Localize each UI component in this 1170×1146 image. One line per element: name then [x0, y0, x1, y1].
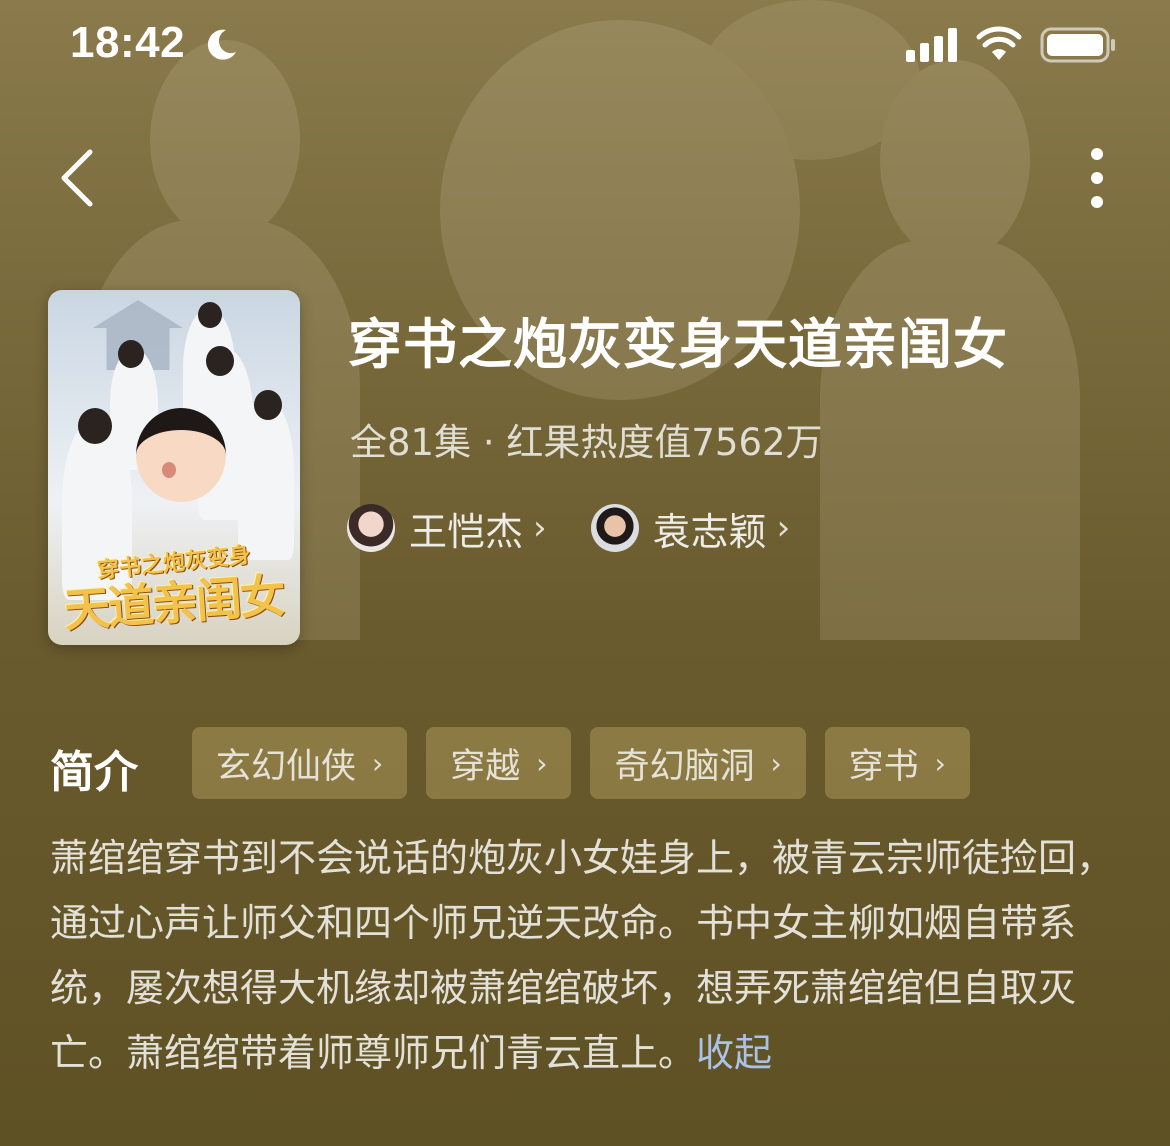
- cover-title-art: 穿书之炮灰变身 天道亲闺女: [62, 542, 286, 638]
- drama-title: 穿书之炮灰变身天道亲闺女: [348, 313, 1008, 376]
- tag-chuanshu[interactable]: 穿书 ›: [824, 727, 970, 799]
- cellular-signal-icon: [906, 28, 957, 62]
- tag-xuanhuan-xianxia[interactable]: 玄幻仙侠 ›: [192, 727, 408, 799]
- synopsis-text: 萧绾绾穿书到不会说话的炮灰小女娃身上，被青云宗师徒捡回，通过心声让师父和四个师兄…: [50, 836, 1115, 1075]
- chevron-right-icon: ›: [770, 746, 782, 780]
- actor-avatar: [590, 504, 639, 552]
- actor-name: 王恺杰: [409, 509, 524, 554]
- intro-heading: 简介: [50, 747, 138, 798]
- chevron-right-icon: ›: [934, 746, 946, 780]
- collapse-link[interactable]: 收起: [696, 1031, 772, 1075]
- actor-avatar: [347, 504, 395, 552]
- chevron-right-icon: ›: [372, 746, 384, 780]
- tag-qihuan-naodong[interactable]: 奇幻脑洞 ›: [590, 727, 806, 799]
- actor-name: 袁志颖: [652, 509, 767, 554]
- tag-chuanyue[interactable]: 穿越 ›: [426, 727, 572, 799]
- cover-poster[interactable]: 穿书之炮灰变身 天道亲闺女: [48, 290, 300, 645]
- back-chevron-icon[interactable]: [58, 148, 98, 208]
- episode-and-popularity: 全81集 · 红果热度值7562万: [350, 421, 823, 464]
- wifi-icon: [976, 26, 1022, 60]
- battery-icon: [1040, 27, 1115, 63]
- actor-link[interactable]: 王恺杰 ›: [347, 500, 547, 556]
- actor-list: 王恺杰 › 袁志颖 ›: [347, 500, 834, 556]
- actor-link[interactable]: 袁志颖 ›: [590, 500, 791, 556]
- status-bar: 18:42: [0, 0, 1170, 92]
- synopsis: 萧绾绾穿书到不会说话的炮灰小女娃身上，被青云宗师徒捡回，通过心声让师父和四个师兄…: [50, 826, 1130, 1086]
- chevron-right-icon: ›: [533, 508, 547, 548]
- chevron-right-icon: ›: [776, 508, 791, 548]
- moon-icon: [207, 29, 236, 60]
- more-options-icon[interactable]: [1082, 146, 1112, 210]
- chevron-right-icon: ›: [536, 746, 548, 780]
- genre-tags: 玄幻仙侠 › 穿越 › 奇幻脑洞 › 穿书 ›: [192, 727, 989, 799]
- status-time: 18:42: [70, 18, 186, 67]
